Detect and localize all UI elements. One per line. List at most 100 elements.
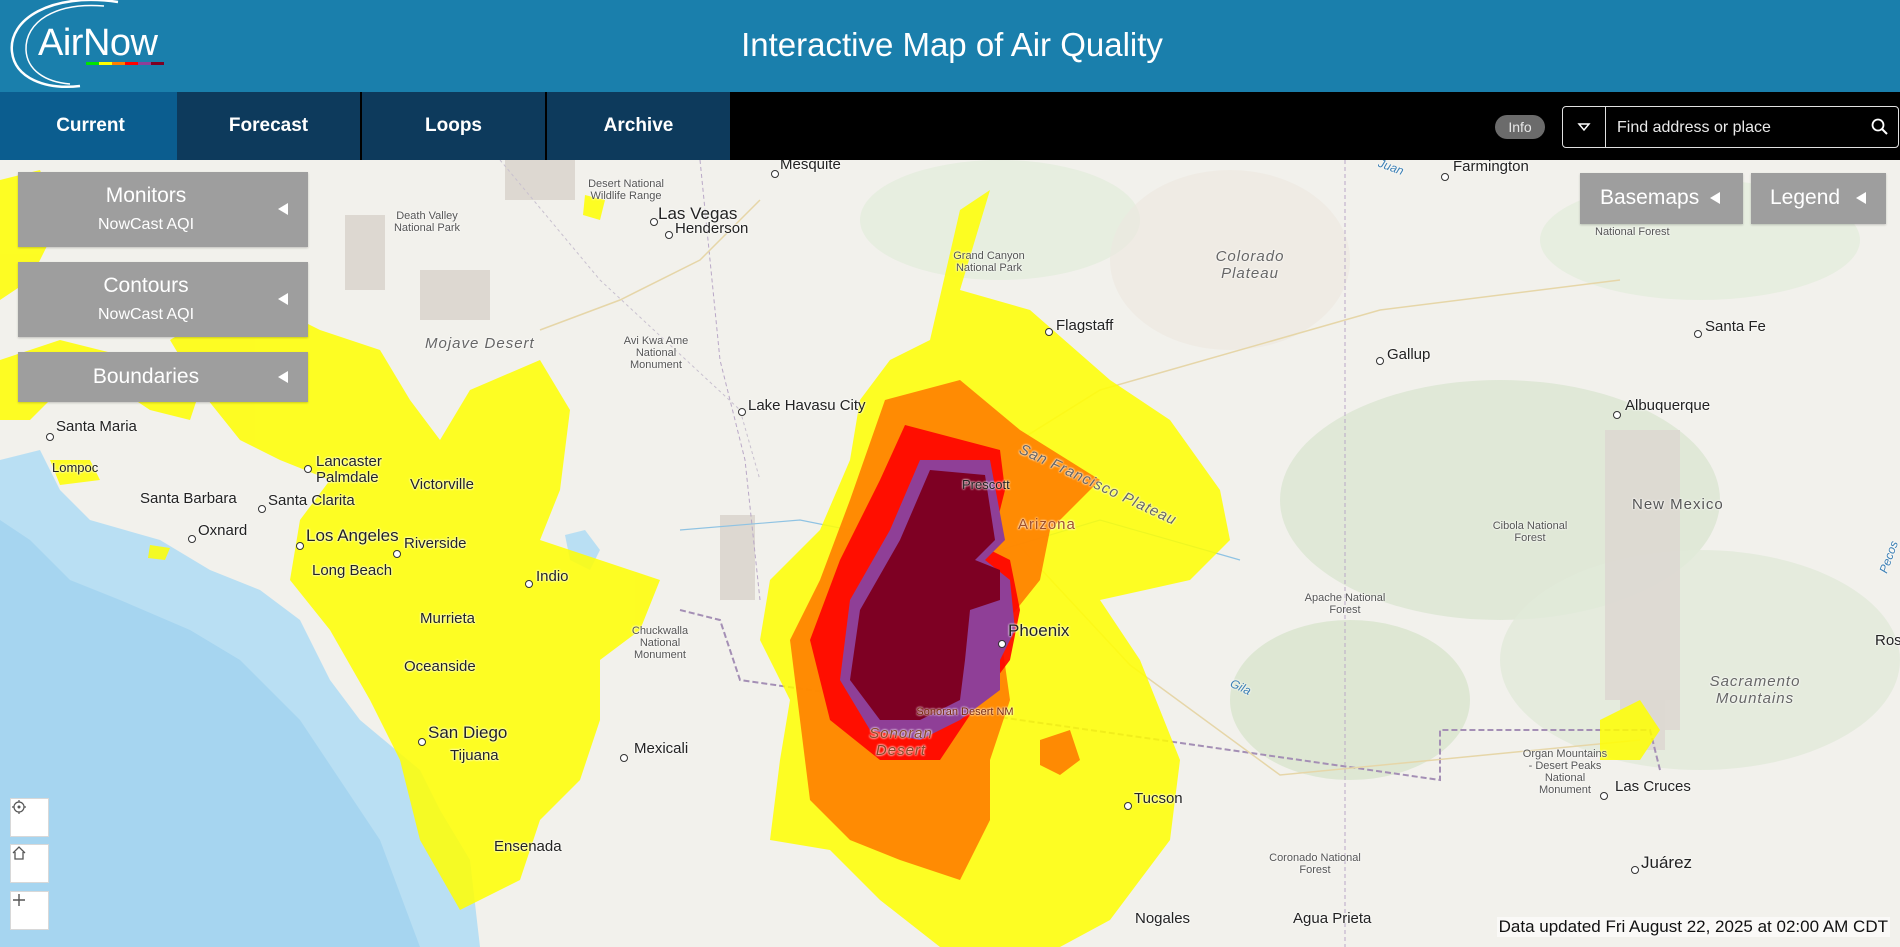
map-label-cibola: Cibola National Forest (1492, 520, 1568, 544)
zoom-in-button[interactable] (10, 891, 49, 930)
map-label-flagstaff: Flagstaff (1056, 317, 1114, 334)
city-dot (665, 231, 673, 239)
tab-current[interactable]: Current (0, 92, 183, 160)
city-dot (1613, 411, 1621, 419)
city-dot (1124, 802, 1132, 810)
contours-subtitle: NowCast AQI (97, 306, 195, 323)
home-button[interactable] (10, 844, 49, 883)
map-label-indio: Indio (536, 568, 569, 585)
city-dot (525, 580, 533, 588)
map-label-organ-mountains: Organ Mountains - Desert Peaks National … (1522, 748, 1608, 796)
map-label-mesquite: Mesquite (780, 160, 841, 173)
tab-forecast[interactable]: Forecast (177, 92, 362, 160)
map-label-sonoran-desert: Sonoran Desert (869, 725, 933, 759)
map-label-oxnard: Oxnard (198, 522, 248, 539)
boundaries-panel[interactable]: Boundaries (18, 352, 308, 402)
map-label-chuckwalla: Chuckwalla National Monument (631, 625, 689, 661)
city-dot (998, 640, 1006, 648)
city-dot (1376, 357, 1384, 365)
search-source-dropdown[interactable] (1563, 107, 1606, 147)
contours-panel[interactable]: Contours NowCast AQI (18, 262, 308, 337)
home-icon (12, 846, 26, 860)
search-icon[interactable] (1870, 117, 1890, 137)
city-dot (418, 738, 426, 746)
city-dot (650, 218, 658, 226)
map-label-murrieta: Murrieta (420, 610, 476, 627)
basemaps-button[interactable]: Basemaps (1580, 173, 1743, 224)
map-label-colorado-plateau: Colorado Plateau (1215, 248, 1285, 282)
map-label-new-mexico: New Mexico (1632, 496, 1724, 513)
map-label-juarez: Juárez (1641, 853, 1693, 872)
map-view[interactable]: Mesquite Las Vegas Henderson Lake Havasu… (0, 160, 1900, 947)
boundaries-expand-arrow-icon (278, 371, 288, 383)
map-label-victorville: Victorville (410, 476, 474, 493)
map-label-national-forest: National Forest (1595, 226, 1670, 238)
map-label-avi-kwa-ame: Avi Kwa Ame National Monument (623, 335, 689, 371)
monitors-title: Monitors (105, 184, 187, 207)
city-dot (1631, 866, 1639, 874)
city-dot (738, 408, 746, 416)
map-label-death-valley: Death Valley National Park (393, 210, 461, 234)
map-label-sacramento-mountains: Sacramento Mountains (1709, 673, 1801, 707)
map-label-lake-havasu: Lake Havasu City (748, 397, 866, 414)
data-updated-status: Data updated Fri August 22, 2025 at 02:0… (1496, 917, 1890, 937)
locate-button[interactable] (10, 798, 49, 837)
map-label-lompoc: Lompoc (52, 460, 99, 475)
map-label-lancaster: Lancaster (316, 453, 382, 470)
basemaps-arrow-icon (1710, 192, 1720, 204)
legend-label: Legend (1770, 186, 1841, 209)
tab-forecast-label: Forecast (228, 115, 309, 136)
app-header: AirNow Interactive Map of Air Quality (0, 0, 1900, 92)
map-label-henderson: Henderson (675, 220, 749, 237)
tab-archive-label: Archive (603, 115, 674, 136)
city-dot (46, 433, 54, 441)
monitors-subtitle: NowCast AQI (97, 216, 195, 233)
map-label-albuquerque: Albuquerque (1625, 397, 1711, 414)
tab-archive[interactable]: Archive (547, 92, 732, 160)
map-label-oceanside: Oceanside (404, 658, 476, 675)
map-label-desert-nwr: Desert National Wildlife Range (588, 178, 664, 202)
search-box (1562, 106, 1899, 149)
chevron-down-icon (1577, 123, 1591, 132)
map-label-grand-canyon: Grand Canyon National Park (953, 250, 1025, 274)
map-label-arizona: Arizona (1018, 516, 1076, 533)
city-dot (771, 170, 779, 178)
tab-loops[interactable]: Loops (362, 92, 547, 160)
map-label-nogales: Nogales (1135, 910, 1191, 927)
city-dot (296, 542, 304, 550)
city-dot (1694, 330, 1702, 338)
city-dot (393, 550, 401, 558)
boundaries-title: Boundaries (92, 365, 200, 388)
map-label-santa-barbara: Santa Barbara (140, 490, 237, 507)
map-label-santa-fe: Santa Fe (1705, 318, 1766, 335)
map-label-san-diego: San Diego (428, 723, 508, 742)
map-label-ensenada: Ensenada (494, 838, 562, 855)
basemaps-label: Basemaps (1600, 186, 1700, 209)
map-label-tucson: Tucson (1134, 790, 1183, 807)
tab-current-label: Current (56, 115, 125, 136)
map-label-sonoran-nm: Sonoran Desert NM (916, 706, 1014, 718)
map-label-prescott: Prescott (962, 477, 1010, 492)
map-label-mojave-desert: Mojave Desert (425, 335, 535, 352)
city-dot (258, 505, 266, 513)
map-label-farmington: Farmington (1453, 160, 1529, 175)
search-input[interactable] (1615, 107, 1859, 149)
map-label-riverside: Riverside (404, 535, 467, 552)
monitors-panel[interactable]: Monitors NowCast AQI (18, 172, 308, 247)
legend-button[interactable]: Legend (1751, 173, 1886, 224)
map-label-apache: Apache National Forest (1304, 592, 1386, 616)
map-label-gallup: Gallup (1387, 346, 1431, 363)
monitors-expand-arrow-icon (278, 203, 288, 215)
map-label-los-angeles: Los Angeles (306, 526, 399, 545)
map-label-roswell: Rosweı (1875, 632, 1900, 649)
info-button[interactable]: Info (1495, 115, 1545, 139)
city-dot (1045, 328, 1053, 336)
map-label-phoenix: Phoenix (1008, 621, 1070, 640)
city-dot (304, 465, 312, 473)
city-dot (620, 754, 628, 762)
mojave-text: Mojave Desert (425, 335, 535, 352)
map-label-santa-clarita: Santa Clarita (268, 492, 355, 509)
app-root: AirNow Interactive Map of Air Quality Cu… (0, 0, 1900, 947)
map-label-coronado: Coronado National Forest (1269, 852, 1361, 876)
map-label-las-cruces: Las Cruces (1615, 778, 1691, 795)
